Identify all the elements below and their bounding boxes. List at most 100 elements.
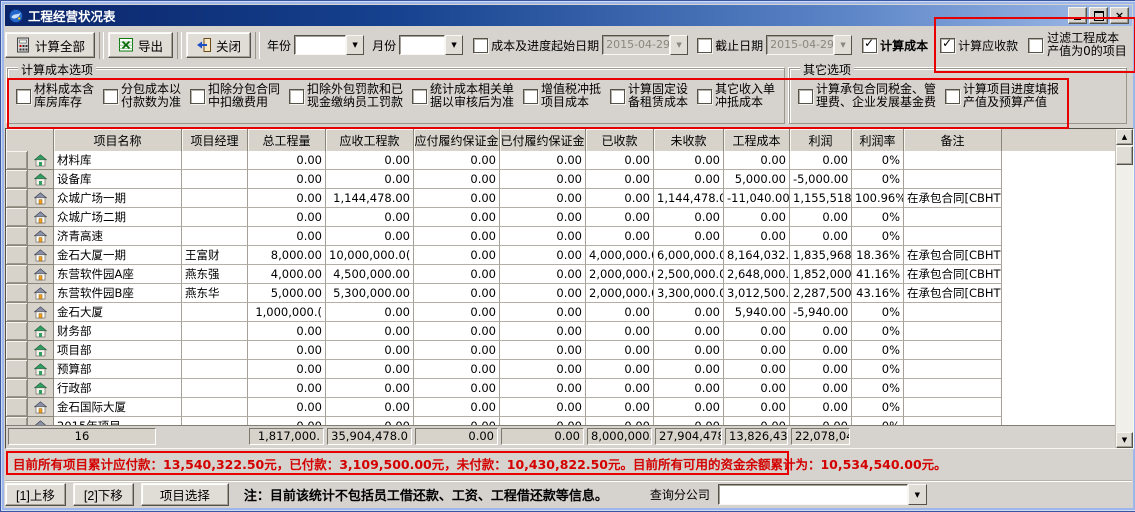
table-row[interactable]: 东营软件园A座燕东强4,000.004,500,000.000.000.002,… xyxy=(6,265,1116,284)
column-header-9[interactable]: 利润 xyxy=(790,129,852,151)
export-button[interactable]: 导出 xyxy=(108,32,173,58)
table-row[interactable]: 众城广场一期0.001,144,478.000.000.000.001,144,… xyxy=(6,189,1116,208)
column-header-4[interactable]: 应付履约保证金 xyxy=(414,129,500,151)
column-header-10[interactable]: 利润率 xyxy=(852,129,904,151)
table-row[interactable]: 材料库0.000.000.000.000.000.000.000.000% xyxy=(6,151,1116,170)
column-header-11[interactable]: 备注 xyxy=(904,129,1002,151)
row-selector[interactable] xyxy=(6,246,28,265)
cost-option-option: 计算固定设 备租赁成本 xyxy=(610,83,688,109)
cost-options-group: 计算成本选项 材料成本含 库房库存分包成本以 付款数为准扣除分包合同 中扣缴费用… xyxy=(7,68,785,124)
cell: 0.00 xyxy=(414,151,500,170)
cost-option-checkbox-7[interactable] xyxy=(697,89,712,104)
table-row[interactable]: 财务部0.000.000.000.000.000.000.000.000% xyxy=(6,322,1116,341)
table-row[interactable]: 行政部0.000.000.000.000.000.000.000.000% xyxy=(6,379,1116,398)
move-up-button[interactable]: [1]上移 xyxy=(5,483,66,506)
app-window: 工程经营状况表 × 计算全部 xyxy=(0,0,1135,512)
row-selector[interactable] xyxy=(6,284,28,303)
column-header-0[interactable]: 项目名称 xyxy=(54,129,182,151)
end-date-picker[interactable]: 2015-04-29 ▼ xyxy=(766,35,852,55)
table-row[interactable]: 济青高速0.000.000.000.000.000.000.000.000% xyxy=(6,227,1116,246)
cell: 0.00 xyxy=(586,189,654,208)
row-selector[interactable] xyxy=(6,227,28,246)
row-selector[interactable] xyxy=(6,170,28,189)
scroll-down-icon[interactable]: ▼ xyxy=(1116,432,1133,448)
cost-option-checkbox-2[interactable] xyxy=(190,89,205,104)
row-selector[interactable] xyxy=(6,151,28,170)
cell: 0.00 xyxy=(414,208,500,227)
table-row[interactable]: 预算部0.000.000.000.000.000.000.000.000% xyxy=(6,360,1116,379)
year-select[interactable]: ▼ xyxy=(294,35,364,55)
column-header-3[interactable]: 应收工程款 xyxy=(326,129,414,151)
close-button[interactable]: × xyxy=(1110,7,1129,24)
start-date-picker[interactable]: 2015-04-29 ▼ xyxy=(602,35,688,55)
cost-option-checkbox-1[interactable] xyxy=(103,89,118,104)
chevron-down-icon[interactable]: ▼ xyxy=(445,35,463,55)
month-label: 月份 xyxy=(372,37,396,54)
close-form-button[interactable]: 关闭 xyxy=(186,32,251,58)
scrollbar-thumb[interactable] xyxy=(1116,146,1133,165)
project-select-button[interactable]: 项目选择 xyxy=(141,483,229,506)
column-header-7[interactable]: 未收款 xyxy=(654,129,724,151)
row-selector[interactable] xyxy=(6,398,28,417)
cell: -5,940.00 xyxy=(790,303,852,322)
calc-all-button[interactable]: 计算全部 xyxy=(5,32,95,58)
filter-zero-checkbox[interactable] xyxy=(1028,38,1043,53)
cost-option-checkbox-4[interactable] xyxy=(412,89,427,104)
other-option-label-0: 计算承包合同税金、管 理费、企业发展基金费 xyxy=(816,83,936,109)
bottom-bar: [1]上移 [2]下移 项目选择 注：目前该统计不包括员工借还款、工资、工程借还… xyxy=(5,480,1132,508)
minimize-button[interactable] xyxy=(1068,7,1087,24)
other-option-checkbox-0[interactable] xyxy=(798,89,813,104)
cost-option-checkbox-5[interactable] xyxy=(523,89,538,104)
table-row[interactable]: 金石国际大厦0.000.000.000.000.000.000.000.000% xyxy=(6,398,1116,417)
move-down-button[interactable]: [2]下移 xyxy=(73,483,134,506)
start-date-checkbox[interactable] xyxy=(473,38,488,53)
branch-value xyxy=(718,484,908,505)
month-select[interactable]: ▼ xyxy=(399,35,463,55)
cost-option-label-6: 计算固定设 备租赁成本 xyxy=(628,83,688,109)
cell: 1,155,518.0 xyxy=(790,189,852,208)
cell xyxy=(904,151,1002,170)
column-header-6[interactable]: 已收款 xyxy=(586,129,654,151)
cell: 100.96% xyxy=(852,189,904,208)
cell xyxy=(182,360,248,379)
total-value-5: 27,904,478.0 xyxy=(655,428,722,445)
cost-option-checkbox-6[interactable] xyxy=(610,89,625,104)
cost-option-checkbox-0[interactable] xyxy=(16,89,31,104)
chevron-down-icon[interactable]: ▼ xyxy=(346,35,364,55)
total-value-4: 8,000,000.0( xyxy=(587,428,652,445)
cell: 0.00 xyxy=(724,151,790,170)
maximize-button[interactable] xyxy=(1089,7,1108,24)
other-option-checkbox-1[interactable] xyxy=(945,89,960,104)
row-selector[interactable] xyxy=(6,208,28,227)
table-row[interactable]: 金石大厦一期王富财8,000.0010,000,000.0(0.000.004,… xyxy=(6,246,1116,265)
cell xyxy=(904,227,1002,246)
calc-cost-checkbox[interactable] xyxy=(862,38,877,53)
column-header-8[interactable]: 工程成本 xyxy=(724,129,790,151)
vertical-scrollbar[interactable]: ▲ ▼ xyxy=(1115,129,1133,448)
chevron-down-icon[interactable]: ▼ xyxy=(908,484,927,505)
column-header-2[interactable]: 总工程量 xyxy=(248,129,326,151)
table-row[interactable]: 设备库0.000.000.000.000.000.005,000.00-5,00… xyxy=(6,170,1116,189)
column-header-1[interactable]: 项目经理 xyxy=(182,129,248,151)
row-selector[interactable] xyxy=(6,379,28,398)
toolbar-separator xyxy=(177,32,182,59)
branch-select[interactable]: ▼ xyxy=(718,484,927,505)
table-row[interactable]: 众城广场二期0.000.000.000.000.000.000.000.000% xyxy=(6,208,1116,227)
end-date-checkbox[interactable] xyxy=(697,38,712,53)
row-selector[interactable] xyxy=(6,322,28,341)
column-header-5[interactable]: 已付履约保证金 xyxy=(500,129,586,151)
cost-option-checkbox-3[interactable] xyxy=(289,89,304,104)
calc-receivable-checkbox[interactable] xyxy=(940,38,955,53)
exit-door-icon xyxy=(196,37,212,53)
table-row[interactable]: 项目部0.000.000.000.000.000.000.000.000% xyxy=(6,341,1116,360)
cell: -11,040.00 xyxy=(724,189,790,208)
row-selector[interactable] xyxy=(6,265,28,284)
row-selector[interactable] xyxy=(6,360,28,379)
table-row[interactable]: 金石大厦1,000,000.(0.000.000.000.000.005,940… xyxy=(6,303,1116,322)
total-count: 16 xyxy=(8,428,156,445)
row-selector[interactable] xyxy=(6,303,28,322)
scroll-up-icon[interactable]: ▲ xyxy=(1116,129,1133,145)
table-row[interactable]: 东营软件园B座燕东华5,000.005,300,000.000.000.002,… xyxy=(6,284,1116,303)
row-selector[interactable] xyxy=(6,189,28,208)
row-selector[interactable] xyxy=(6,341,28,360)
